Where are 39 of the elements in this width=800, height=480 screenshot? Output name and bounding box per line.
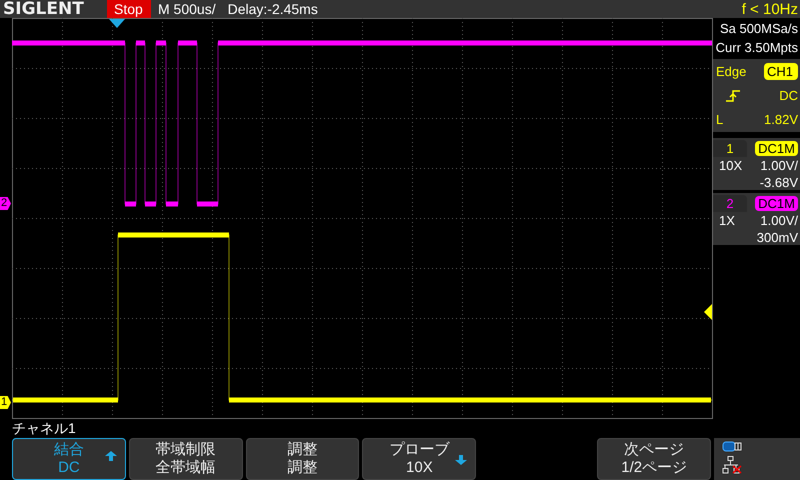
coupling-badge: DC1M <box>755 196 798 211</box>
channel-marker: 2 <box>0 197 11 210</box>
timebase-label: M 500us/ <box>158 1 216 17</box>
brand-logo: SIGLENT <box>3 0 85 19</box>
probe-label: 10X <box>718 157 744 174</box>
frequency-label: f < 10Hz <box>742 0 798 18</box>
memory-depth-label: Curr 3.50Mpts <box>714 39 798 57</box>
channel-panel[interactable]: 1 DC1M 10X 1.00V/ -3.68V <box>713 138 800 190</box>
offset-label: -3.68V <box>758 174 798 191</box>
coupling-badge: DC1M <box>755 141 798 156</box>
up-arrow-icon <box>104 451 117 461</box>
scale-label: 1.00V/ <box>759 157 798 174</box>
trigger-level-marker <box>704 304 712 320</box>
trigger-source-badge: CH1 <box>764 63 798 80</box>
menu-title: チャネル1 <box>12 420 76 438</box>
channel-number: 1 <box>713 140 747 157</box>
menu-button[interactable]: 結合 DC <box>12 438 126 480</box>
scale-label: 1.00V/ <box>759 212 798 229</box>
trigger-level-value: 1.82V <box>764 112 798 127</box>
next-page-button[interactable]: 次ページ 1/2ページ <box>597 438 712 480</box>
trigger-panel[interactable]: Edge CH1 DC L 1.82V <box>713 59 800 132</box>
network-disconnected-icon <box>722 456 744 474</box>
menu-button[interactable]: プローブ 10X <box>362 438 476 480</box>
usb-drive-icon <box>722 441 742 452</box>
down-arrow-icon <box>455 455 468 465</box>
offset-label: 300mV <box>756 229 798 246</box>
trigger-coupling-label: DC <box>778 88 798 104</box>
trigger-type-label: Edge <box>716 64 748 80</box>
probe-label: 1X <box>718 212 736 229</box>
channel-panel[interactable]: 2 DC1M 1X 1.00V/ 300mV <box>713 193 800 245</box>
trigger-level-label: L <box>716 112 724 127</box>
menu-button[interactable]: 帯域制限 全帯域幅 <box>128 438 243 480</box>
delay-label: Delay:-2.45ms <box>228 1 318 17</box>
channel-number: 2 <box>713 195 747 212</box>
rising-edge-icon <box>726 88 742 103</box>
run-state-indicator[interactable]: Stop <box>107 0 151 18</box>
channel-marker: 1 <box>0 396 11 409</box>
menu-button[interactable]: 調整 調整 <box>246 438 360 480</box>
sample-rate-label: Sa 500MSa/s <box>718 20 798 38</box>
